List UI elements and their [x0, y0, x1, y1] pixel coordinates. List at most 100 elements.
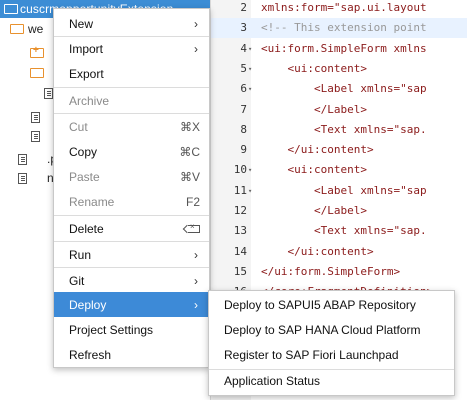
line-number: 13: [233, 224, 247, 238]
line-number: 6: [240, 82, 247, 96]
file-icon: [18, 153, 27, 165]
menu-item-label: Run: [69, 247, 92, 262]
menu-item-git[interactable]: Git ›: [54, 268, 209, 293]
menu-item-deploy[interactable]: Deploy ›: [54, 292, 209, 317]
menu-item-project-settings[interactable]: Project Settings: [54, 317, 209, 342]
menu-item-label: Archive: [69, 93, 110, 108]
file-icon: [18, 172, 27, 184]
tree-item-file[interactable]: [0, 127, 40, 145]
chevron-right-icon: ›: [194, 247, 198, 262]
submenu-item-deploy-abap[interactable]: Deploy to SAPUI5 ABAP Repository: [209, 292, 454, 317]
fold-toggle-icon[interactable]: ▾: [248, 59, 252, 79]
chevron-right-icon: ›: [194, 41, 198, 56]
submenu-item-label: Deploy to SAP HANA Cloud Platform: [224, 322, 421, 337]
line-number: 10: [233, 163, 247, 177]
menu-item-label: Cut: [69, 119, 88, 134]
code-line[interactable]: 5 ▾ <ui:content>: [211, 59, 467, 79]
menu-item-label: Refresh: [69, 347, 112, 362]
tree-item-file[interactable]: [0, 108, 40, 126]
folder-plus-icon: [30, 45, 44, 58]
menu-item-label: Import: [69, 41, 104, 56]
code-text: </ui:content>: [261, 143, 374, 157]
menu-item-run[interactable]: Run ›: [54, 242, 209, 267]
code-line[interactable]: 2 xmlns:form="sap.ui.layout: [211, 0, 467, 18]
line-number: 7: [240, 102, 247, 116]
tree-item-folder-open[interactable]: [0, 64, 44, 82]
code-text: </Label>: [261, 102, 367, 116]
menu-item-label: Copy: [69, 144, 98, 159]
line-number: 12: [233, 204, 247, 217]
code-text: </ui:form.SimpleForm>: [261, 264, 401, 278]
menu-item-copy[interactable]: Copy ⌘C: [54, 139, 209, 164]
line-number: 2: [240, 1, 247, 14]
code-text: <ui:form.SimpleForm xmlns: [261, 41, 427, 55]
menu-item-label: Export: [69, 66, 104, 81]
line-number: 11: [233, 183, 247, 197]
code-text: xmlns:form="sap.ui.layout: [261, 1, 427, 14]
menu-item-paste: Paste ⌘V: [54, 164, 209, 189]
menu-item-label: Rename: [69, 194, 115, 209]
menu-item-import[interactable]: Import ›: [54, 36, 209, 61]
submenu-item-deploy-hana[interactable]: Deploy to SAP HANA Cloud Platform: [209, 317, 454, 342]
code-line[interactable]: 11 ▾ <Label xmlns="sap: [211, 181, 467, 201]
code-text: <ui:content>: [261, 61, 367, 75]
code-line[interactable]: 13 <Text xmlns="sap.: [211, 221, 467, 241]
tree-item-file[interactable]: ne: [0, 169, 60, 187]
fold-toggle-icon[interactable]: ▾: [248, 181, 252, 201]
menu-item-new[interactable]: New ›: [54, 11, 209, 36]
code-line[interactable]: 15 </ui:form.SimpleForm>: [211, 262, 467, 282]
folder-open-icon: [30, 68, 44, 78]
code-text: <!-- This extension point: [261, 21, 427, 35]
line-number: 14: [233, 244, 247, 258]
shortcut-label: ⌘C: [179, 144, 200, 159]
line-number: 8: [240, 122, 247, 136]
submenu-item-label: Application Status: [224, 373, 321, 388]
tree-item-file[interactable]: [0, 84, 53, 102]
code-line[interactable]: 7 </Label>: [211, 100, 467, 120]
tree-item-file[interactable]: .p: [0, 150, 57, 168]
fold-toggle-icon[interactable]: ▾: [248, 79, 252, 99]
line-number: 9: [240, 143, 247, 157]
line-number: 15: [233, 264, 247, 278]
submenu-item-label: Register to SAP Fiori Launchpad: [224, 347, 399, 362]
submenu-item-register-fiori[interactable]: Register to SAP Fiori Launchpad: [209, 342, 454, 367]
code-line[interactable]: 14 </ui:content>: [211, 242, 467, 262]
tree-item-webapp[interactable]: we: [0, 20, 43, 38]
deploy-submenu: Deploy to SAPUI5 ABAP Repository Deploy …: [208, 290, 455, 396]
shortcut-label: ⌘X: [179, 119, 200, 134]
submenu-item-label: Deploy to SAPUI5 ABAP Repository: [224, 297, 416, 312]
menu-item-cut: Cut ⌘X: [54, 114, 209, 139]
menu-item-refresh[interactable]: Refresh: [54, 342, 209, 367]
fold-toggle-icon[interactable]: ▾: [248, 39, 252, 59]
code-line[interactable]: 8 <Text xmlns="sap.: [211, 120, 467, 140]
tree-item-folder-plus[interactable]: [0, 44, 44, 62]
code-line[interactable]: 3 <!-- This extension point: [211, 18, 467, 39]
menu-item-delete[interactable]: Delete: [54, 216, 209, 241]
folder-icon: [4, 4, 18, 14]
fold-toggle-icon[interactable]: ▾: [248, 160, 252, 180]
code-text: </Label>: [261, 204, 367, 217]
code-line[interactable]: 6 ▾ <Label xmlns="sap: [211, 79, 467, 99]
code-line[interactable]: 12 </Label>: [211, 201, 467, 221]
code-line[interactable]: 9 </ui:content>: [211, 140, 467, 160]
folder-icon: [10, 24, 24, 34]
chevron-right-icon: ›: [194, 273, 198, 288]
line-number: 4: [240, 41, 247, 55]
chevron-right-icon: ›: [194, 16, 198, 31]
context-menu: New › Import › Export Archive Cut ⌘X Cop…: [53, 8, 210, 368]
menu-item-rename: Rename F2: [54, 189, 209, 214]
submenu-item-application-status[interactable]: Application Status: [209, 368, 454, 393]
code-line[interactable]: 10 ▾ <ui:content>: [211, 160, 467, 180]
code-text: <Label xmlns="sap: [261, 183, 427, 197]
menu-item-label: Deploy: [69, 297, 107, 312]
menu-item-export[interactable]: Export: [54, 61, 209, 86]
file-icon: [44, 87, 53, 99]
code-line[interactable]: 4 ▾ <ui:form.SimpleForm xmlns: [211, 39, 467, 59]
shortcut-label: F2: [185, 194, 200, 209]
file-icon: [31, 111, 40, 123]
tree-item-label: we: [28, 22, 44, 36]
chevron-right-icon: ›: [194, 297, 198, 312]
file-icon: [31, 130, 40, 142]
code-text: <Label xmlns="sap: [261, 82, 427, 96]
delete-key-icon: [188, 222, 200, 233]
